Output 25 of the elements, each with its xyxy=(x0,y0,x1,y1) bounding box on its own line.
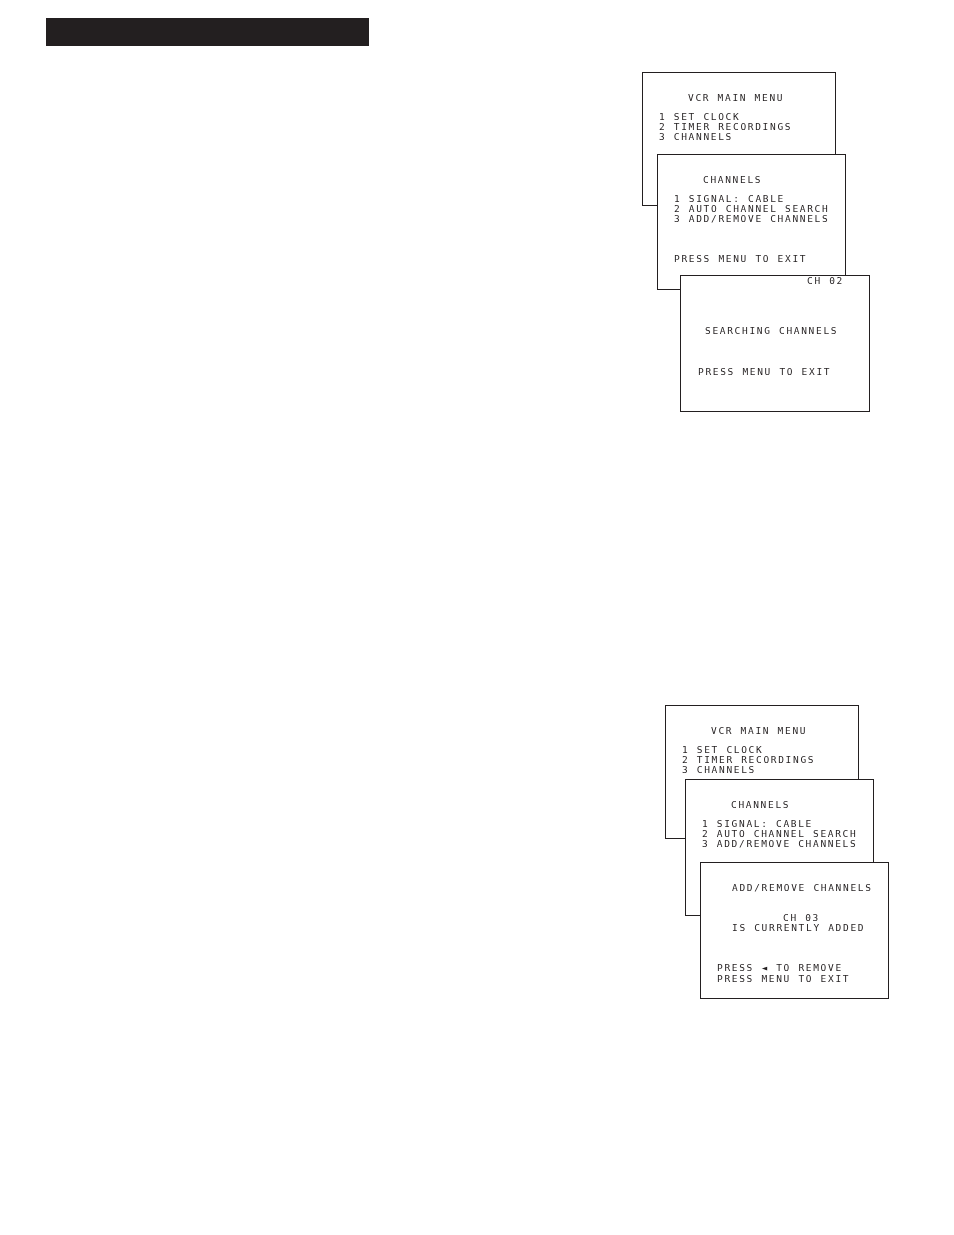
instruction-line: PRESS MENU TO EXIT xyxy=(717,973,851,984)
exit-hint: PRESS MENU TO EXIT xyxy=(674,254,808,264)
menu-title: VCR MAIN MENU xyxy=(688,93,785,103)
menu-item[interactable]: 3 ADD/REMOVE CHANNELS xyxy=(674,214,830,224)
menu-item[interactable]: 2 AUTO CHANNEL SEARCH xyxy=(702,829,858,839)
menu-item[interactable]: 3 CHANNELS xyxy=(659,132,733,142)
screen-title: ADD/REMOVE CHANNELS xyxy=(732,883,873,893)
menu-item[interactable]: 2 TIMER RECORDINGS xyxy=(682,755,816,765)
menu-title: CHANNELS xyxy=(703,175,763,185)
menu-item[interactable]: 1 SET CLOCK xyxy=(659,112,741,122)
menu-item[interactable]: 3 ADD/REMOVE CHANNELS xyxy=(702,839,858,849)
menu-item[interactable]: 1 SIGNAL: CABLE xyxy=(674,194,785,204)
menu-item[interactable]: 2 AUTO CHANNEL SEARCH xyxy=(674,204,830,214)
channel-number: CH 02 xyxy=(807,276,844,286)
status-message: IS CURRENTLY ADDED xyxy=(732,923,866,933)
exit-hint: PRESS MENU TO EXIT xyxy=(698,367,832,377)
menu-item[interactable]: 3 CHANNELS xyxy=(682,765,756,775)
menu-item[interactable]: 1 SIGNAL: CABLE xyxy=(702,819,813,829)
status-message: SEARCHING CHANNELS xyxy=(705,326,839,336)
menu-item[interactable]: 2 TIMER RECORDINGS xyxy=(659,122,793,132)
menu-title: CHANNELS xyxy=(731,800,791,810)
instruction-line: PRESS ◄ TO REMOVE xyxy=(717,963,843,973)
menu-item[interactable]: 1 SET CLOCK xyxy=(682,745,764,755)
menu-title: VCR MAIN MENU xyxy=(711,726,808,736)
channel-number: CH 03 xyxy=(783,913,820,923)
